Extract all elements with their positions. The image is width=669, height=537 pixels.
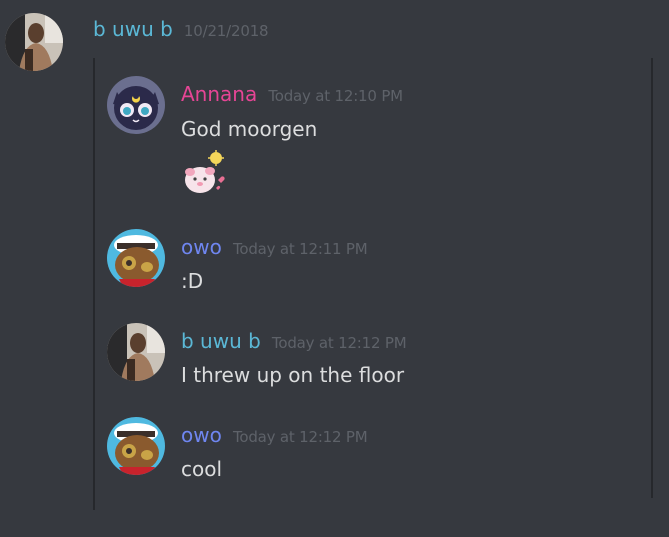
embed-right-border: [651, 58, 653, 498]
author-name[interactable]: b uwu b: [93, 17, 173, 41]
cartoon-dog-hat-avatar[interactable]: [107, 417, 165, 475]
author-name[interactable]: Annana: [181, 82, 257, 106]
message-header: owo Today at 12:12 PM: [181, 422, 368, 448]
quoted-message-header: b uwu b 10/21/2018: [93, 16, 269, 42]
message-header: Annana Today at 12:10 PM: [181, 81, 403, 107]
chat-view: b uwu b 10/21/2018 Annana Today at 12:10…: [0, 0, 669, 537]
embed-left-border: [93, 58, 95, 510]
message-text: :D: [181, 269, 204, 293]
photo-man-avatar[interactable]: [5, 13, 63, 71]
message-text: I threw up on the floor: [181, 363, 405, 387]
message-header: owo Today at 12:11 PM: [181, 234, 368, 260]
message-header: b uwu b Today at 12:12 PM: [181, 328, 407, 354]
message-timestamp: Today at 12:12 PM: [232, 428, 368, 446]
message-text: cool: [181, 457, 223, 481]
message-timestamp: Today at 12:11 PM: [232, 240, 368, 258]
message-timestamp: Today at 12:12 PM: [271, 334, 407, 352]
pink-cat-sticker[interactable]: [180, 150, 230, 200]
message-date: 10/21/2018: [183, 22, 269, 40]
quote-embed: [93, 58, 653, 510]
author-name[interactable]: b uwu b: [181, 329, 261, 353]
photo-man-avatar[interactable]: [107, 323, 165, 381]
author-name[interactable]: owo: [181, 235, 222, 259]
author-name[interactable]: owo: [181, 423, 222, 447]
cartoon-dog-hat-avatar[interactable]: [107, 229, 165, 287]
message-timestamp: Today at 12:10 PM: [268, 87, 403, 105]
sailor-moon-luna-cat-avatar[interactable]: [107, 76, 165, 134]
message-text: God moorgen: [181, 117, 318, 141]
